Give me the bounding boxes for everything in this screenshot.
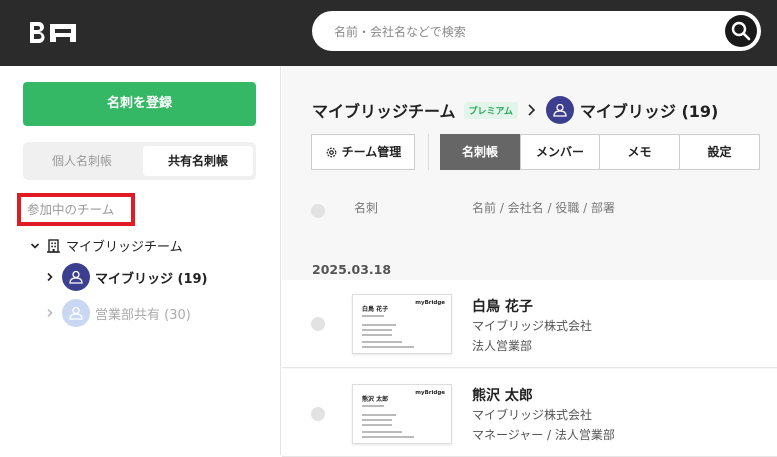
tab-members[interactable]: メンバー: [520, 134, 600, 170]
register-card-button[interactable]: 名刺を登録: [23, 82, 256, 126]
business-card-thumbnail[interactable]: 熊沢 太郎 myBridge: [352, 384, 452, 444]
search-button[interactable]: [725, 15, 757, 47]
chevron-right-icon[interactable]: [45, 272, 55, 282]
cardbook-toggle: 個人名刺帳 共有名刺帳: [23, 142, 256, 180]
people-icon: [69, 306, 83, 320]
chevron-right-icon[interactable]: [45, 308, 55, 318]
section-label-joined-teams: 参加中のチーム: [17, 193, 135, 226]
tab-memo[interactable]: メモ: [600, 134, 680, 170]
sidebar: 名刺を登録 個人名刺帳 共有名刺帳 参加中のチーム マイブリッジチーム マイブリ…: [0, 66, 281, 455]
group-avatar: [545, 96, 574, 124]
select-all-checkbox[interactable]: [311, 204, 325, 218]
search-icon: [731, 21, 751, 41]
tab-personal-cardbook[interactable]: 個人名刺帳: [27, 146, 137, 176]
mybridge-logo[interactable]: [28, 20, 80, 44]
card-name: 熊沢 太郎: [362, 396, 389, 403]
breadcrumb: マイブリッジチーム プレミアム マイブリッジ (19): [312, 96, 718, 124]
breadcrumb-group: マイブリッジ (19): [579, 102, 719, 121]
people-icon: [553, 103, 567, 117]
tab-settings[interactable]: 設定: [679, 134, 760, 170]
search-input[interactable]: 名前・会社名などで検索: [334, 23, 466, 40]
row-checkbox[interactable]: [311, 407, 325, 421]
group-label: 営業部共有 (30): [95, 307, 191, 323]
main-panel: マイブリッジチーム プレミアム マイブリッジ (19) チーム管理 名刺帳 メン…: [282, 66, 777, 457]
divider: [428, 134, 429, 170]
team-manage-button[interactable]: チーム管理: [311, 134, 415, 170]
sidebar-item-mybridge[interactable]: マイブリッジ (19): [45, 263, 208, 291]
search-bar[interactable]: 名前・会社名などで検索: [312, 11, 761, 51]
contact-row[interactable]: 白鳥 花子 myBridge 白鳥 花子 マイブリッジ株式会社 法人営業部: [282, 280, 777, 368]
date-group-header: 2025.03.18: [312, 262, 392, 277]
card-brand: myBridge: [415, 300, 445, 306]
group-avatar: [62, 299, 90, 327]
premium-badge: プレミアム: [463, 101, 518, 119]
row-checkbox[interactable]: [311, 317, 325, 331]
contact-role: 法人営業部: [472, 339, 533, 353]
building-icon: [47, 238, 60, 253]
column-header-card: 名刺: [354, 201, 379, 215]
group-label: マイブリッジ (19): [95, 271, 208, 287]
contact-role: マネージャー / 法人営業部: [472, 428, 615, 442]
card-brand: myBridge: [415, 390, 445, 396]
breadcrumb-team[interactable]: マイブリッジチーム: [312, 98, 456, 122]
business-card-thumbnail[interactable]: 白鳥 花子 myBridge: [352, 294, 452, 354]
contact-company: マイブリッジ株式会社: [472, 319, 593, 333]
top-bar: 名前・会社名などで検索: [0, 0, 777, 66]
sidebar-item-sales-shared[interactable]: 営業部共有 (30): [45, 299, 191, 327]
team-manage-label: チーム管理: [341, 145, 402, 159]
team-name: マイブリッジチーム: [66, 240, 183, 255]
group-avatar: [62, 263, 90, 291]
chevron-down-icon[interactable]: [30, 241, 40, 251]
card-name: 白鳥 花子: [362, 306, 389, 313]
team-item[interactable]: マイブリッジチーム: [30, 236, 183, 255]
gear-icon: [326, 147, 337, 157]
contact-company: マイブリッジ株式会社: [472, 408, 593, 422]
people-icon: [69, 270, 83, 284]
tab-cardbook[interactable]: 名刺帳: [440, 134, 520, 170]
column-header-info: 名前 / 会社名 / 役職 / 部署: [472, 201, 616, 215]
contact-row[interactable]: 熊沢 太郎 myBridge 熊沢 太郎 マイブリッジ株式会社 マネージャー /…: [282, 369, 777, 457]
contact-name[interactable]: 熊沢 太郎: [472, 385, 533, 405]
tab-shared-cardbook[interactable]: 共有名刺帳: [143, 146, 253, 176]
chevron-right-icon: [528, 104, 536, 116]
contact-name[interactable]: 白鳥 花子: [472, 296, 533, 316]
